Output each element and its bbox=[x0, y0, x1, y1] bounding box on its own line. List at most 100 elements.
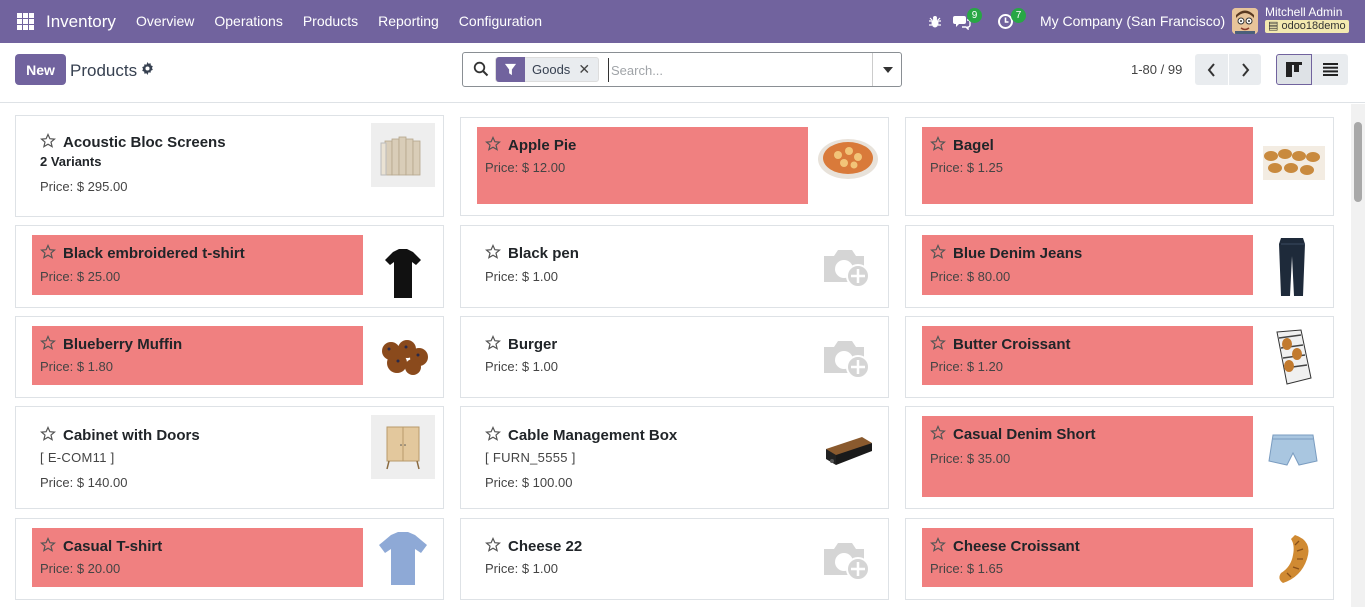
list-icon bbox=[1322, 63, 1338, 76]
menu-configuration[interactable]: Configuration bbox=[459, 13, 542, 29]
product-card[interactable]: Bagel Price: $ 1.25 bbox=[905, 117, 1334, 216]
favorite-star-icon[interactable] bbox=[40, 426, 56, 442]
product-price: Price: $ 20.00 bbox=[40, 561, 121, 576]
product-name: Cabinet with Doors bbox=[63, 427, 200, 444]
menu-reporting[interactable]: Reporting bbox=[378, 13, 439, 29]
activity-count-badge: 7 bbox=[1011, 8, 1026, 23]
cable-box-image bbox=[816, 417, 880, 481]
product-price: Price: $ 25.00 bbox=[40, 269, 121, 284]
favorite-star-icon[interactable] bbox=[485, 136, 501, 152]
favorite-star-icon[interactable] bbox=[930, 335, 946, 351]
product-card[interactable]: Casual Denim Short Price: $ 35.00 bbox=[905, 406, 1334, 509]
product-card[interactable]: Blueberry Muffin Price: $ 1.80 bbox=[15, 316, 444, 398]
search-options-toggle[interactable] bbox=[872, 53, 902, 86]
product-card[interactable]: Apple Pie Price: $ 12.00 bbox=[460, 117, 889, 216]
list-view-button[interactable] bbox=[1312, 54, 1348, 85]
user-avatar[interactable] bbox=[1232, 8, 1258, 34]
favorite-star-icon[interactable] bbox=[40, 244, 56, 260]
camera-placeholder-icon[interactable] bbox=[816, 327, 880, 391]
product-card[interactable]: Butter Croissant Price: $ 1.20 bbox=[905, 316, 1334, 398]
product-name: Cheese 22 bbox=[508, 538, 583, 555]
product-card[interactable]: Cabinet with Doors [ E-COM11 ] Price: $ … bbox=[15, 406, 444, 509]
breadcrumb-title: Products bbox=[70, 61, 138, 80]
favorite-star-icon[interactable] bbox=[485, 537, 501, 553]
product-card[interactable]: Casual T-shirt Price: $ 20.00 bbox=[15, 518, 444, 600]
product-price: Price: $ 100.00 bbox=[485, 475, 573, 490]
favorite-star-icon[interactable] bbox=[485, 426, 501, 442]
cabinet-image bbox=[371, 415, 435, 479]
search-icon[interactable] bbox=[473, 61, 489, 77]
product-card[interactable]: Blue Denim Jeans Price: $ 80.00 bbox=[905, 225, 1334, 308]
black-tshirt-image bbox=[371, 238, 435, 302]
control-panel: New Products Goods ✕ 1-80 / 99 bbox=[0, 43, 1365, 103]
product-card[interactable]: Black pen Price: $ 1.00 bbox=[460, 225, 889, 308]
croissant-image bbox=[1261, 529, 1325, 593]
user-name: Mitchell Admin bbox=[1265, 5, 1343, 19]
menu-products[interactable]: Products bbox=[303, 13, 358, 29]
product-card[interactable]: Black embroidered t-shirt Price: $ 25.00 bbox=[15, 225, 444, 308]
product-reference: [ E-COM11 ] bbox=[40, 450, 115, 465]
new-button[interactable]: New bbox=[15, 54, 66, 85]
product-price: Price: $ 295.00 bbox=[40, 179, 128, 194]
pager-next-button[interactable] bbox=[1228, 54, 1261, 85]
apps-menu-icon[interactable] bbox=[17, 13, 34, 30]
search-bar: Goods ✕ bbox=[462, 52, 902, 87]
favorite-star-icon[interactable] bbox=[930, 537, 946, 553]
favorite-star-icon[interactable] bbox=[40, 537, 56, 553]
camera-placeholder-icon[interactable] bbox=[816, 236, 880, 300]
product-card[interactable]: Burger Price: $ 1.00 bbox=[460, 316, 889, 398]
favorite-star-icon[interactable] bbox=[930, 244, 946, 260]
menu-operations[interactable]: Operations bbox=[214, 13, 282, 29]
favorite-star-icon[interactable] bbox=[485, 244, 501, 260]
pager-previous-button[interactable] bbox=[1195, 54, 1228, 85]
search-input[interactable] bbox=[608, 58, 868, 82]
product-card[interactable]: Cheese 22 Price: $ 1.00 bbox=[460, 518, 889, 600]
camera-placeholder-icon[interactable] bbox=[816, 529, 880, 593]
product-name: Black pen bbox=[508, 245, 579, 262]
muffin-image bbox=[371, 325, 435, 389]
pie-image bbox=[816, 127, 880, 191]
product-price: Price: $ 80.00 bbox=[930, 269, 1011, 284]
product-price: Price: $ 1.20 bbox=[930, 359, 1003, 374]
variants-count: 2 Variants bbox=[40, 154, 102, 169]
favorite-star-icon[interactable] bbox=[40, 133, 56, 149]
pager-value[interactable]: 1-80 / 99 bbox=[1131, 62, 1182, 77]
menu-overview[interactable]: Overview bbox=[136, 13, 194, 29]
product-card[interactable]: Cable Management Box [ FURN_5555 ] Price… bbox=[460, 406, 889, 509]
kanban-view-button[interactable] bbox=[1276, 54, 1312, 85]
search-facet-goods: Goods ✕ bbox=[495, 57, 600, 82]
facet-remove-icon[interactable]: ✕ bbox=[578, 61, 598, 78]
debug-bug-icon[interactable] bbox=[928, 0, 942, 43]
gear-icon[interactable] bbox=[141, 62, 154, 78]
kanban-view: Acoustic Bloc Screens 2 Variants Price: … bbox=[0, 104, 1350, 607]
database-badge: ▤ odoo18demo bbox=[1265, 20, 1349, 33]
product-card[interactable]: Cheese Croissant Price: $ 1.65 bbox=[905, 518, 1334, 600]
product-price: Price: $ 140.00 bbox=[40, 475, 128, 490]
messaging-icon[interactable]: 9 bbox=[953, 0, 982, 43]
product-name: Cheese Croissant bbox=[953, 538, 1080, 555]
product-card[interactable]: Acoustic Bloc Screens 2 Variants Price: … bbox=[15, 115, 444, 217]
activity-clock-icon[interactable]: 7 bbox=[997, 0, 1026, 43]
database-name: odoo18demo bbox=[1281, 20, 1346, 32]
product-name: Acoustic Bloc Screens bbox=[63, 134, 226, 151]
favorite-star-icon[interactable] bbox=[930, 136, 946, 152]
vertical-scrollbar[interactable] bbox=[1351, 104, 1365, 607]
product-name: Blueberry Muffin bbox=[63, 336, 183, 353]
bagel-image bbox=[1261, 130, 1325, 194]
scrollbar-thumb[interactable] bbox=[1354, 122, 1362, 202]
product-price: Price: $ 1.00 bbox=[485, 269, 558, 284]
jeans-image bbox=[1261, 236, 1325, 300]
messaging-count-badge: 9 bbox=[967, 8, 982, 23]
user-menu[interactable]: Mitchell Admin ▤ odoo18demo bbox=[1265, 6, 1349, 33]
product-price: Price: $ 1.65 bbox=[930, 561, 1003, 576]
product-price: Price: $ 1.80 bbox=[40, 359, 113, 374]
favorite-star-icon[interactable] bbox=[930, 425, 946, 441]
facet-label: Goods bbox=[532, 62, 571, 77]
product-price: Price: $ 1.00 bbox=[485, 561, 558, 576]
company-switcher[interactable]: My Company (San Francisco) bbox=[1040, 13, 1225, 29]
product-name: Casual T-shirt bbox=[63, 538, 163, 555]
favorite-star-icon[interactable] bbox=[485, 335, 501, 351]
blue-tshirt-image bbox=[371, 527, 435, 591]
app-name[interactable]: Inventory bbox=[46, 12, 116, 32]
favorite-star-icon[interactable] bbox=[40, 335, 56, 351]
